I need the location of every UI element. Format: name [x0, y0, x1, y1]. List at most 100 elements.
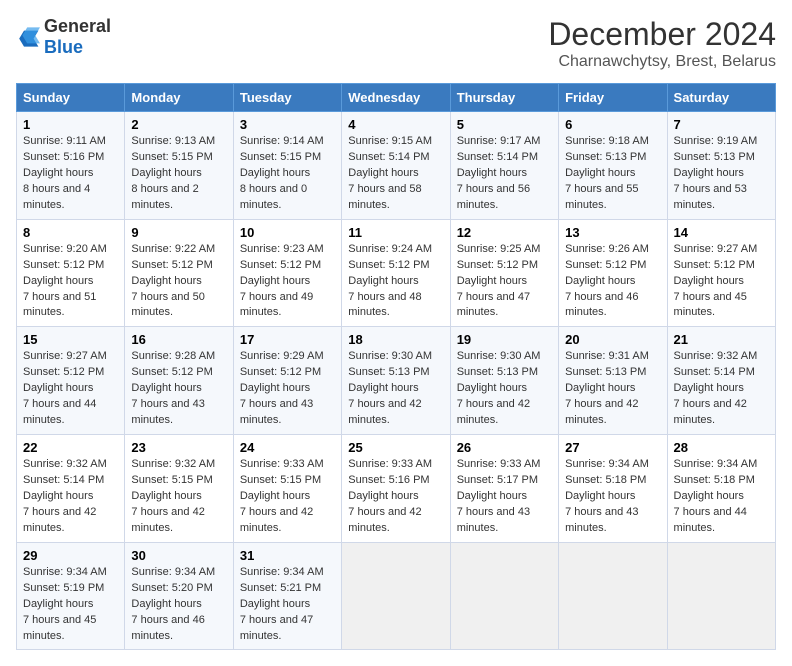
day-info: Sunrise: 9:34 AM Sunset: 5:20 PM Dayligh…: [131, 565, 226, 645]
day-number: 2: [131, 117, 226, 132]
col-saturday: Saturday: [667, 84, 775, 112]
calendar-cell: 13 Sunrise: 9:26 AM Sunset: 5:12 PM Dayl…: [559, 219, 667, 327]
calendar-cell: [667, 542, 775, 650]
logo-icon: [16, 27, 40, 47]
logo-general: General: [44, 16, 111, 36]
day-info: Sunrise: 9:34 AM Sunset: 5:21 PM Dayligh…: [240, 565, 335, 645]
day-number: 7: [674, 117, 769, 132]
header-row: Sunday Monday Tuesday Wednesday Thursday…: [17, 84, 776, 112]
day-info: Sunrise: 9:23 AM Sunset: 5:12 PM Dayligh…: [240, 242, 335, 322]
calendar-cell: 22 Sunrise: 9:32 AM Sunset: 5:14 PM Dayl…: [17, 435, 125, 543]
calendar-cell: 21 Sunrise: 9:32 AM Sunset: 5:14 PM Dayl…: [667, 327, 775, 435]
day-number: 22: [23, 440, 118, 455]
calendar-cell: 6 Sunrise: 9:18 AM Sunset: 5:13 PM Dayli…: [559, 112, 667, 220]
day-info: Sunrise: 9:17 AM Sunset: 5:14 PM Dayligh…: [457, 134, 552, 214]
calendar-week-1: 1 Sunrise: 9:11 AM Sunset: 5:16 PM Dayli…: [17, 112, 776, 220]
day-info: Sunrise: 9:34 AM Sunset: 5:18 PM Dayligh…: [565, 457, 660, 537]
day-number: 26: [457, 440, 552, 455]
day-number: 12: [457, 225, 552, 240]
day-info: Sunrise: 9:18 AM Sunset: 5:13 PM Dayligh…: [565, 134, 660, 214]
calendar-week-5: 29 Sunrise: 9:34 AM Sunset: 5:19 PM Dayl…: [17, 542, 776, 650]
calendar-cell: 8 Sunrise: 9:20 AM Sunset: 5:12 PM Dayli…: [17, 219, 125, 327]
calendar-week-3: 15 Sunrise: 9:27 AM Sunset: 5:12 PM Dayl…: [17, 327, 776, 435]
calendar-table: Sunday Monday Tuesday Wednesday Thursday…: [16, 83, 776, 650]
calendar-cell: 28 Sunrise: 9:34 AM Sunset: 5:18 PM Dayl…: [667, 435, 775, 543]
calendar-cell: 19 Sunrise: 9:30 AM Sunset: 5:13 PM Dayl…: [450, 327, 558, 435]
calendar-cell: 2 Sunrise: 9:13 AM Sunset: 5:15 PM Dayli…: [125, 112, 233, 220]
day-number: 19: [457, 332, 552, 347]
day-info: Sunrise: 9:29 AM Sunset: 5:12 PM Dayligh…: [240, 349, 335, 429]
calendar-cell: 12 Sunrise: 9:25 AM Sunset: 5:12 PM Dayl…: [450, 219, 558, 327]
page-title: December 2024: [548, 16, 776, 53]
day-info: Sunrise: 9:19 AM Sunset: 5:13 PM Dayligh…: [674, 134, 769, 214]
day-info: Sunrise: 9:32 AM Sunset: 5:14 PM Dayligh…: [23, 457, 118, 537]
calendar-cell: 14 Sunrise: 9:27 AM Sunset: 5:12 PM Dayl…: [667, 219, 775, 327]
day-number: 9: [131, 225, 226, 240]
calendar-cell: [450, 542, 558, 650]
calendar-cell: 25 Sunrise: 9:33 AM Sunset: 5:16 PM Dayl…: [342, 435, 450, 543]
day-number: 10: [240, 225, 335, 240]
day-number: 6: [565, 117, 660, 132]
day-info: Sunrise: 9:33 AM Sunset: 5:16 PM Dayligh…: [348, 457, 443, 537]
calendar-cell: [559, 542, 667, 650]
calendar-cell: [342, 542, 450, 650]
day-info: Sunrise: 9:34 AM Sunset: 5:18 PM Dayligh…: [674, 457, 769, 537]
calendar-cell: 3 Sunrise: 9:14 AM Sunset: 5:15 PM Dayli…: [233, 112, 341, 220]
day-number: 25: [348, 440, 443, 455]
calendar-cell: 15 Sunrise: 9:27 AM Sunset: 5:12 PM Dayl…: [17, 327, 125, 435]
calendar-cell: 18 Sunrise: 9:30 AM Sunset: 5:13 PM Dayl…: [342, 327, 450, 435]
day-info: Sunrise: 9:24 AM Sunset: 5:12 PM Dayligh…: [348, 242, 443, 322]
day-info: Sunrise: 9:27 AM Sunset: 5:12 PM Dayligh…: [674, 242, 769, 322]
day-info: Sunrise: 9:15 AM Sunset: 5:14 PM Dayligh…: [348, 134, 443, 214]
calendar-cell: 4 Sunrise: 9:15 AM Sunset: 5:14 PM Dayli…: [342, 112, 450, 220]
col-monday: Monday: [125, 84, 233, 112]
day-info: Sunrise: 9:26 AM Sunset: 5:12 PM Dayligh…: [565, 242, 660, 322]
calendar-cell: 29 Sunrise: 9:34 AM Sunset: 5:19 PM Dayl…: [17, 542, 125, 650]
day-number: 8: [23, 225, 118, 240]
day-number: 13: [565, 225, 660, 240]
calendar-cell: 1 Sunrise: 9:11 AM Sunset: 5:16 PM Dayli…: [17, 112, 125, 220]
header: General Blue December 2024 Charnawchytsy…: [16, 16, 776, 71]
calendar-cell: 27 Sunrise: 9:34 AM Sunset: 5:18 PM Dayl…: [559, 435, 667, 543]
day-number: 24: [240, 440, 335, 455]
calendar-cell: 7 Sunrise: 9:19 AM Sunset: 5:13 PM Dayli…: [667, 112, 775, 220]
day-info: Sunrise: 9:13 AM Sunset: 5:15 PM Dayligh…: [131, 134, 226, 214]
calendar-cell: 11 Sunrise: 9:24 AM Sunset: 5:12 PM Dayl…: [342, 219, 450, 327]
day-number: 27: [565, 440, 660, 455]
day-number: 21: [674, 332, 769, 347]
day-info: Sunrise: 9:27 AM Sunset: 5:12 PM Dayligh…: [23, 349, 118, 429]
day-number: 16: [131, 332, 226, 347]
page-subtitle: Charnawchytsy, Brest, Belarus: [548, 53, 776, 71]
day-info: Sunrise: 9:33 AM Sunset: 5:15 PM Dayligh…: [240, 457, 335, 537]
title-area: December 2024 Charnawchytsy, Brest, Bela…: [548, 16, 776, 71]
day-number: 11: [348, 225, 443, 240]
day-info: Sunrise: 9:11 AM Sunset: 5:16 PM Dayligh…: [23, 134, 118, 214]
day-info: Sunrise: 9:28 AM Sunset: 5:12 PM Dayligh…: [131, 349, 226, 429]
day-number: 5: [457, 117, 552, 132]
day-info: Sunrise: 9:30 AM Sunset: 5:13 PM Dayligh…: [457, 349, 552, 429]
day-info: Sunrise: 9:20 AM Sunset: 5:12 PM Dayligh…: [23, 242, 118, 322]
day-info: Sunrise: 9:14 AM Sunset: 5:15 PM Dayligh…: [240, 134, 335, 214]
calendar-cell: 16 Sunrise: 9:28 AM Sunset: 5:12 PM Dayl…: [125, 327, 233, 435]
calendar-week-2: 8 Sunrise: 9:20 AM Sunset: 5:12 PM Dayli…: [17, 219, 776, 327]
day-number: 30: [131, 548, 226, 563]
day-info: Sunrise: 9:31 AM Sunset: 5:13 PM Dayligh…: [565, 349, 660, 429]
day-info: Sunrise: 9:32 AM Sunset: 5:15 PM Dayligh…: [131, 457, 226, 537]
col-thursday: Thursday: [450, 84, 558, 112]
day-number: 14: [674, 225, 769, 240]
day-number: 15: [23, 332, 118, 347]
day-info: Sunrise: 9:34 AM Sunset: 5:19 PM Dayligh…: [23, 565, 118, 645]
day-number: 28: [674, 440, 769, 455]
col-tuesday: Tuesday: [233, 84, 341, 112]
day-info: Sunrise: 9:30 AM Sunset: 5:13 PM Dayligh…: [348, 349, 443, 429]
calendar-cell: 17 Sunrise: 9:29 AM Sunset: 5:12 PM Dayl…: [233, 327, 341, 435]
calendar-cell: 24 Sunrise: 9:33 AM Sunset: 5:15 PM Dayl…: [233, 435, 341, 543]
col-wednesday: Wednesday: [342, 84, 450, 112]
day-number: 29: [23, 548, 118, 563]
day-number: 31: [240, 548, 335, 563]
calendar-cell: 30 Sunrise: 9:34 AM Sunset: 5:20 PM Dayl…: [125, 542, 233, 650]
day-number: 23: [131, 440, 226, 455]
calendar-cell: 10 Sunrise: 9:23 AM Sunset: 5:12 PM Dayl…: [233, 219, 341, 327]
day-info: Sunrise: 9:33 AM Sunset: 5:17 PM Dayligh…: [457, 457, 552, 537]
day-number: 17: [240, 332, 335, 347]
